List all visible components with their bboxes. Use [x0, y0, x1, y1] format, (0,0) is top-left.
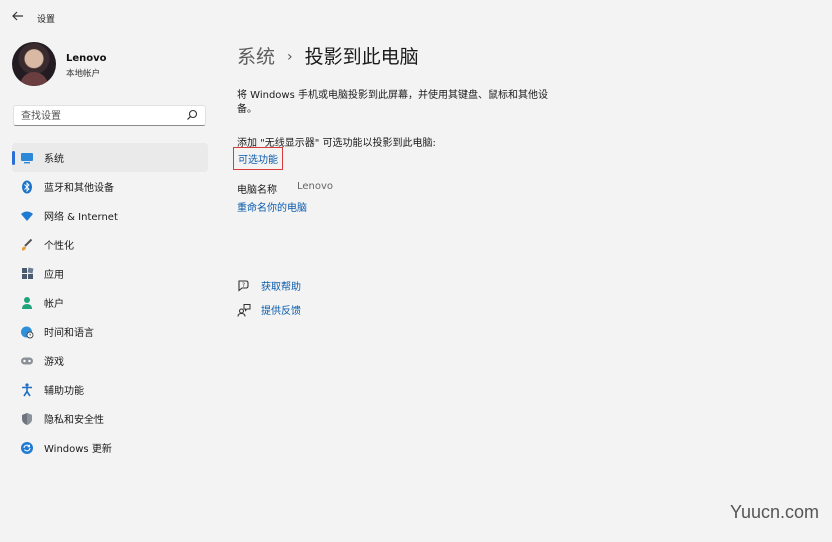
breadcrumb: 系统 › 投影到此电脑	[237, 42, 419, 69]
optional-features-link[interactable]: 可选功能	[233, 147, 283, 170]
get-help-label: 获取帮助	[261, 282, 301, 293]
gamepad-icon	[20, 354, 34, 368]
sidebar-item-personalization[interactable]: 个性化	[12, 230, 208, 259]
apps-icon	[20, 267, 34, 281]
sidebar-item-privacy[interactable]: 隐私和安全性	[12, 404, 208, 433]
accessibility-icon	[20, 382, 34, 397]
get-help-link[interactable]: ? 获取帮助	[237, 278, 301, 293]
search-icon[interactable]	[186, 109, 198, 121]
page-title: 投影到此电脑	[304, 46, 419, 68]
sidebar-item-label: 时间和语言	[44, 328, 94, 339]
sidebar-item-accessibility[interactable]: 辅助功能	[12, 375, 208, 404]
globe-clock-icon	[20, 325, 34, 339]
user-account-type: 本地帐户	[66, 69, 101, 79]
sidebar-item-time-language[interactable]: 时间和语言	[12, 317, 208, 346]
sidebar-item-label: 蓝牙和其他设备	[44, 183, 114, 194]
give-feedback-label: 提供反馈	[261, 306, 301, 317]
sidebar-item-label: 系统	[44, 154, 64, 165]
user-profile[interactable]: Lenovo 本地帐户	[12, 42, 212, 88]
update-icon	[20, 441, 34, 455]
give-feedback-link[interactable]: 提供反馈	[237, 302, 301, 317]
brush-icon	[20, 238, 34, 252]
sidebar-item-label: 帐户	[44, 299, 64, 310]
watermark-text: Yuucn.com	[729, 502, 819, 522]
sidebar-item-accounts[interactable]: 帐户	[12, 288, 208, 317]
app-title: 设置	[37, 15, 56, 25]
sidebar-item-label: 隐私和安全性	[44, 415, 104, 426]
avatar	[12, 42, 56, 86]
sidebar-item-label: 应用	[44, 270, 64, 281]
sidebar-nav: 系统 蓝牙和其他设备 网络 & Internet 个性化 应用 帐户 时间和语言…	[12, 143, 208, 462]
title-bar: 设置	[0, 0, 832, 34]
pc-name-label: 电脑名称	[237, 185, 277, 196]
sidebar-item-network[interactable]: 网络 & Internet	[12, 201, 208, 230]
rename-pc-link[interactable]: 重命名你的电脑	[237, 199, 307, 214]
sidebar-item-label: 游戏	[44, 357, 64, 368]
shield-icon	[20, 412, 34, 426]
sidebar-item-windows-update[interactable]: Windows 更新	[12, 433, 208, 462]
sidebar-item-label: 网络 & Internet	[44, 212, 118, 223]
system-icon	[20, 151, 34, 165]
sidebar-item-bluetooth[interactable]: 蓝牙和其他设备	[12, 172, 208, 201]
projection-description: 将 Windows 手机或电脑投影到此屏幕，并使用其键盘、鼠标和其他设备。	[237, 90, 548, 115]
search-input[interactable]	[21, 109, 181, 123]
search-box[interactable]	[13, 105, 206, 126]
help-chat-icon: ?	[237, 279, 251, 293]
sidebar-item-label: Windows 更新	[44, 444, 112, 455]
sidebar-item-gaming[interactable]: 游戏	[12, 346, 208, 375]
breadcrumb-separator: ›	[287, 49, 293, 65]
sidebar-item-label: 辅助功能	[44, 386, 84, 397]
person-icon	[20, 296, 34, 310]
sidebar-item-label: 个性化	[44, 241, 74, 252]
bluetooth-icon	[20, 180, 34, 194]
pc-name-value: Lenovo	[297, 181, 334, 192]
wifi-icon	[20, 209, 34, 223]
sidebar-item-apps[interactable]: 应用	[12, 259, 208, 288]
back-arrow-icon[interactable]	[10, 9, 26, 25]
breadcrumb-parent[interactable]: 系统	[237, 46, 275, 68]
svg-text:?: ?	[242, 281, 245, 288]
sidebar-item-system[interactable]: 系统	[12, 143, 208, 172]
feedback-icon	[237, 303, 251, 317]
user-name: Lenovo	[66, 53, 107, 64]
